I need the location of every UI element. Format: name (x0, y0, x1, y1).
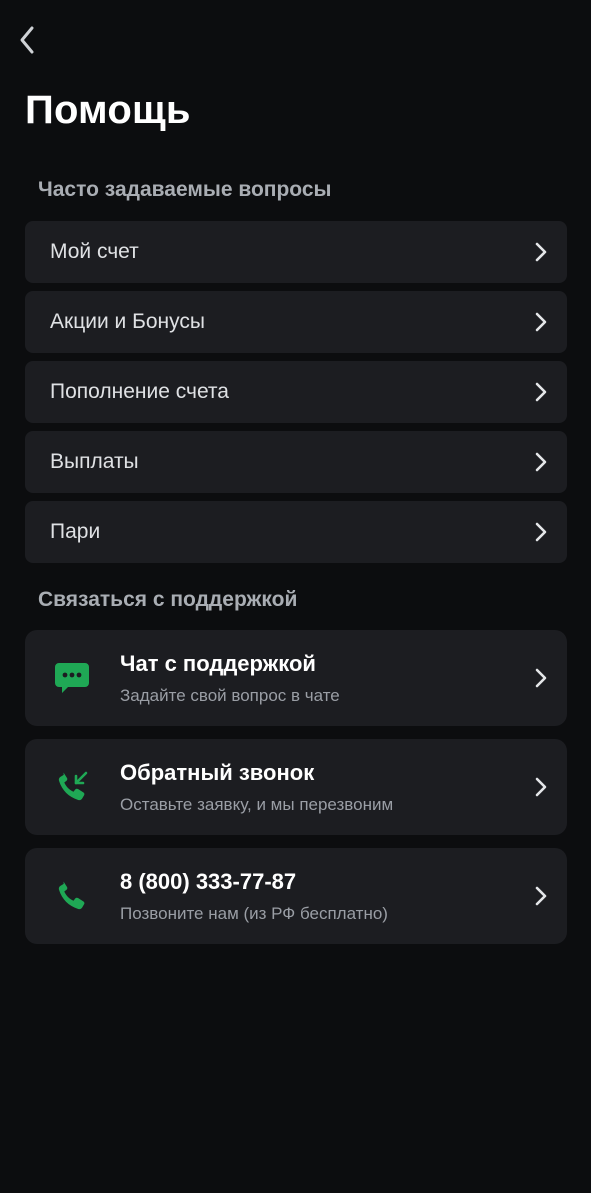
chevron-right-icon (534, 777, 548, 797)
support-phone-text: 8 (800) 333-77-87 Позвоните нам (из РФ б… (120, 869, 534, 924)
faq-item-payouts[interactable]: Выплаты (25, 431, 567, 493)
support-item-title: Обратный звонок (120, 759, 315, 785)
support-phone-item[interactable]: 8 (800) 333-77-87 Позвоните нам (из РФ б… (25, 848, 567, 944)
faq-item-deposit[interactable]: Пополнение счета (25, 361, 567, 423)
support-item-title: 8 (800) 333-77-87 (120, 868, 297, 894)
chevron-right-icon (534, 886, 548, 906)
support-chat-text: Чат с поддержкой Задайте свой вопрос в ч… (120, 651, 534, 706)
support-callback-text: Обратный звонок Оставьте заявку, и мы пе… (120, 760, 534, 815)
chevron-left-icon (20, 26, 34, 54)
support-item-subtitle: Задайте свой вопрос в чате (120, 685, 340, 705)
support-section-title: Связаться с поддержкой (38, 588, 298, 611)
chat-icon (53, 659, 91, 697)
chevron-right-icon (534, 668, 548, 688)
faq-list: Мой счет Акции и Бонусы Пополнение счета… (25, 221, 567, 571)
faq-item-bets[interactable]: Пари (25, 501, 567, 563)
support-item-title: Чат с поддержкой (120, 650, 316, 676)
faq-item-label: Акции и Бонусы (50, 310, 205, 333)
chevron-right-icon (534, 312, 548, 332)
faq-item-label: Выплаты (50, 450, 139, 473)
faq-item-label: Пополнение счета (50, 380, 229, 403)
chevron-right-icon (534, 522, 548, 542)
faq-item-promotions[interactable]: Акции и Бонусы (25, 291, 567, 353)
chevron-right-icon (534, 382, 548, 402)
faq-item-label: Мой счет (50, 240, 139, 263)
back-button[interactable] (10, 22, 44, 58)
faq-item-my-account[interactable]: Мой счет (25, 221, 567, 283)
chevron-right-icon (534, 242, 548, 262)
phone-icon (53, 877, 91, 915)
chevron-right-icon (534, 452, 548, 472)
support-chat-item[interactable]: Чат с поддержкой Задайте свой вопрос в ч… (25, 630, 567, 726)
support-callback-item[interactable]: Обратный звонок Оставьте заявку, и мы пе… (25, 739, 567, 835)
page-title: Помощь (25, 88, 191, 132)
faq-item-label: Пари (50, 520, 101, 543)
support-item-subtitle: Оставьте заявку, и мы перезвоним (120, 794, 394, 814)
callback-phone-icon (53, 768, 91, 806)
support-item-subtitle: Позвоните нам (из РФ бесплатно) (120, 903, 388, 923)
support-list: Чат с поддержкой Задайте свой вопрос в ч… (25, 630, 567, 957)
faq-section-title: Часто задаваемые вопросы (38, 178, 332, 201)
